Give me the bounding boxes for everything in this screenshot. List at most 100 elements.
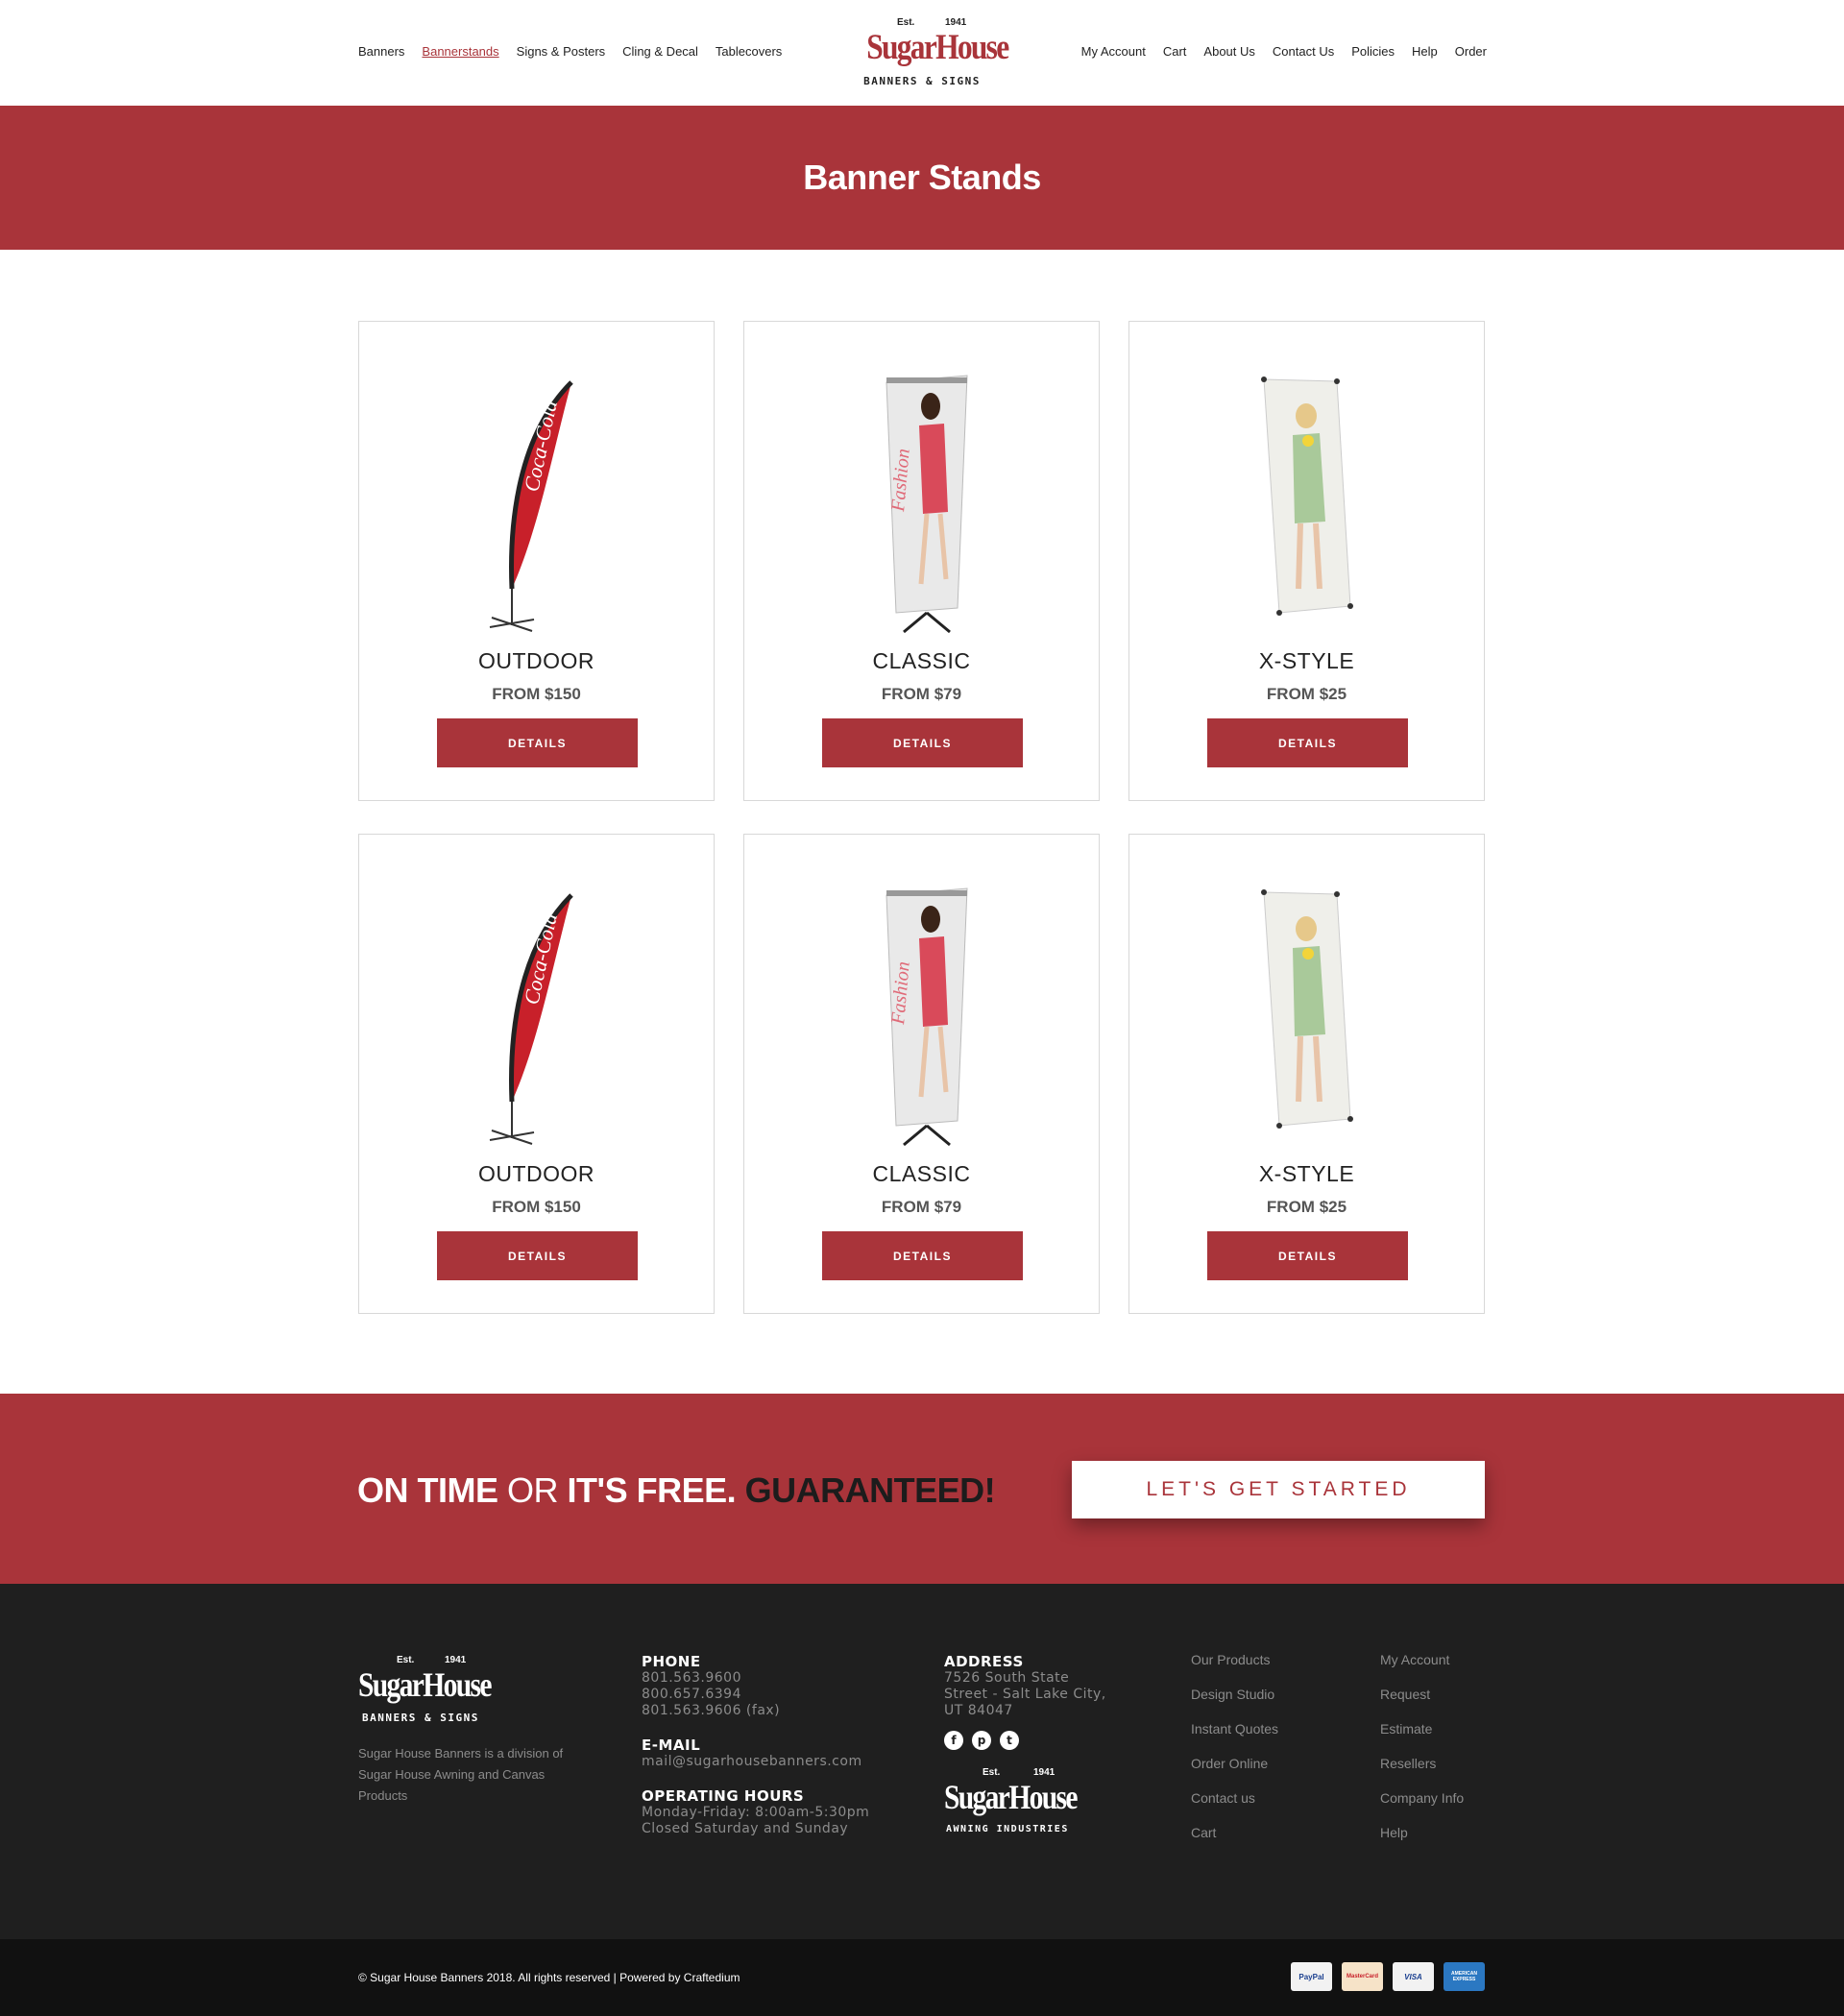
product-price: FROM $150 bbox=[492, 685, 581, 703]
product-card: Fashion CLASSIC FROM $79 DETAILS bbox=[743, 834, 1100, 1314]
page-title: Banner Stands bbox=[803, 158, 1041, 197]
slogan-guaranteed: GUARANTEED! bbox=[744, 1470, 996, 1510]
details-button[interactable]: DETAILS bbox=[437, 1231, 638, 1280]
awning-industries-logo[interactable]: Est. 1941 SugarHouse AWNING INDUSTRIES bbox=[944, 1765, 1079, 1842]
logo-tagline: BANNERS & SIGNS bbox=[863, 75, 981, 87]
details-button[interactable]: DETAILS bbox=[1207, 718, 1408, 767]
details-button[interactable]: DETAILS bbox=[437, 718, 638, 767]
footer-about-text: Sugar House Banners is a division of Sug… bbox=[358, 1746, 564, 1803]
footer-bottom-bar: © Sugar House Banners 2018. All rights r… bbox=[0, 1939, 1844, 2016]
mastercard-icon: MasterCard bbox=[1342, 1962, 1383, 1991]
site-logo[interactable]: Est. 1941 SugarHouse BANNERS & SIGNS bbox=[857, 13, 1009, 92]
address-line: Street - Salt Lake City, bbox=[944, 1687, 1106, 1702]
product-price: FROM $79 bbox=[881, 685, 962, 703]
product-title: OUTDOOR bbox=[477, 1161, 595, 1186]
footer-link-my-account[interactable]: My Account bbox=[1380, 1651, 1464, 1668]
account-nav: My Account Cart About Us Contact Us Poli… bbox=[1081, 44, 1487, 59]
get-started-button[interactable]: LET'S GET STARTED bbox=[1072, 1461, 1485, 1518]
details-button[interactable]: DETAILS bbox=[1207, 1231, 1408, 1280]
x-banner-image[interactable] bbox=[1177, 349, 1438, 637]
footer-link-cart[interactable]: Cart bbox=[1191, 1824, 1278, 1841]
nav-order[interactable]: Order bbox=[1455, 44, 1487, 59]
footer-links-column-2: My Account Request Estimate Resellers Co… bbox=[1380, 1651, 1464, 1841]
hours-line: Closed Saturday and Sunday bbox=[642, 1821, 849, 1836]
footer-link-company-info[interactable]: Company Info bbox=[1380, 1789, 1464, 1807]
phone-number[interactable]: 801.563.9600 bbox=[642, 1670, 869, 1687]
nav-signs-posters[interactable]: Signs & Posters bbox=[517, 44, 606, 59]
nav-help[interactable]: Help bbox=[1412, 44, 1438, 59]
footer-link-instant-quotes[interactable]: Instant Quotes bbox=[1191, 1720, 1278, 1737]
awning-logo-name: SugarHouse bbox=[944, 1778, 1078, 1816]
footer-logo-tagline: BANNERS & SIGNS bbox=[362, 1712, 479, 1724]
primary-nav: Banners Bannerstands Signs & Posters Cli… bbox=[358, 44, 782, 59]
footer-link-contact-us[interactable]: Contact us bbox=[1191, 1789, 1278, 1807]
nav-bannerstands[interactable]: Bannerstands bbox=[422, 44, 498, 59]
product-price: FROM $25 bbox=[1266, 1198, 1347, 1216]
facebook-icon[interactable]: f bbox=[944, 1731, 963, 1750]
slogan-or: OR bbox=[507, 1470, 559, 1510]
product-title: X-STYLE bbox=[1258, 1161, 1355, 1186]
slogan-on-time: ON TIME bbox=[357, 1470, 498, 1510]
x-banner-image[interactable] bbox=[1177, 862, 1438, 1150]
product-card: Coca-Cola OUTDOOR FROM $150 DETAILS bbox=[358, 834, 715, 1314]
product-card: X-STYLE FROM $25 DETAILS bbox=[1128, 834, 1485, 1314]
rollup-banner-image[interactable]: Fashion bbox=[792, 862, 1053, 1150]
hours-line: Monday-Friday: 8:00am-5:30pm bbox=[642, 1805, 870, 1820]
nav-my-account[interactable]: My Account bbox=[1081, 44, 1146, 59]
nav-tablecovers[interactable]: Tablecovers bbox=[716, 44, 782, 59]
guarantee-band: ON TIME OR IT'S FREE. GUARANTEED! LET'S … bbox=[0, 1394, 1844, 1584]
pinterest-icon[interactable]: p bbox=[972, 1731, 991, 1750]
phone-number[interactable]: 800.657.6394 bbox=[642, 1687, 869, 1703]
footer-logo-name: SugarHouse bbox=[358, 1665, 492, 1704]
paypal-icon: PayPal bbox=[1291, 1962, 1332, 1991]
product-price: FROM $79 bbox=[881, 1198, 962, 1216]
footer-address-column: ADDRESS 7526 South State Street - Salt L… bbox=[944, 1653, 1106, 1842]
details-button[interactable]: DETAILS bbox=[822, 718, 1023, 767]
product-title: CLASSIC bbox=[872, 1161, 971, 1186]
email-heading: E-MAIL bbox=[642, 1737, 701, 1754]
footer-link-estimate[interactable]: Estimate bbox=[1380, 1720, 1464, 1737]
address-line: UT 84047 bbox=[944, 1703, 1013, 1718]
nav-contact-us[interactable]: Contact Us bbox=[1273, 44, 1334, 59]
awning-logo-tagline: AWNING INDUSTRIES bbox=[946, 1824, 1069, 1834]
footer-link-order-online[interactable]: Order Online bbox=[1191, 1755, 1278, 1772]
site-footer: Est. 1941 SugarHouse BANNERS & SIGNS Sug… bbox=[0, 1584, 1844, 1939]
nav-about-us[interactable]: About Us bbox=[1203, 44, 1254, 59]
product-card: X-STYLE FROM $25 DETAILS bbox=[1128, 321, 1485, 801]
visa-icon: VISA bbox=[1393, 1962, 1434, 1991]
nav-cart[interactable]: Cart bbox=[1163, 44, 1187, 59]
twitter-icon[interactable]: t bbox=[1000, 1731, 1019, 1750]
product-price: FROM $150 bbox=[492, 1198, 581, 1216]
footer-links-column-1: Our Products Design Studio Instant Quote… bbox=[1191, 1651, 1278, 1841]
footer-logo[interactable]: Est. 1941 SugarHouse BANNERS & SIGNS bbox=[358, 1653, 492, 1730]
feather-flag-image[interactable]: Coca-Cola bbox=[407, 862, 667, 1150]
nav-policies[interactable]: Policies bbox=[1351, 44, 1395, 59]
nav-cling-decal[interactable]: Cling & Decal bbox=[622, 44, 698, 59]
payment-methods: PayPal MasterCard VISA AMERICAN EXPRESS bbox=[1291, 1962, 1485, 1991]
hours-heading: OPERATING HOURS bbox=[642, 1787, 805, 1805]
footer-contact-column: PHONE 801.563.9600 800.657.6394 801.563.… bbox=[642, 1653, 869, 1837]
footer-link-resellers[interactable]: Resellers bbox=[1380, 1755, 1464, 1772]
address-line: 7526 South State bbox=[944, 1670, 1070, 1686]
guarantee-slogan: ON TIME OR IT'S FREE. GUARANTEED! bbox=[357, 1470, 996, 1511]
site-header: Banners Bannerstands Signs & Posters Cli… bbox=[0, 0, 1844, 106]
product-title: OUTDOOR bbox=[477, 648, 595, 673]
product-price: FROM $25 bbox=[1266, 685, 1347, 703]
phone-heading: PHONE bbox=[642, 1653, 701, 1670]
footer-link-help[interactable]: Help bbox=[1380, 1824, 1464, 1841]
product-card: Coca-Cola OUTDOOR FROM $150 DETAILS bbox=[358, 321, 715, 801]
logo-name: SugarHouse bbox=[866, 28, 1009, 67]
rollup-banner-image[interactable]: Fashion bbox=[792, 349, 1053, 637]
footer-link-design-studio[interactable]: Design Studio bbox=[1191, 1686, 1278, 1703]
american-express-icon: AMERICAN EXPRESS bbox=[1444, 1962, 1485, 1991]
social-links: f p t bbox=[944, 1731, 1106, 1750]
details-button[interactable]: DETAILS bbox=[822, 1231, 1023, 1280]
address-heading: ADDRESS bbox=[944, 1653, 1024, 1670]
nav-banners[interactable]: Banners bbox=[358, 44, 404, 59]
footer-link-our-products[interactable]: Our Products bbox=[1191, 1651, 1278, 1668]
feather-flag-image[interactable]: Coca-Cola bbox=[407, 349, 667, 637]
footer-link-request[interactable]: Request bbox=[1380, 1686, 1464, 1703]
product-card: Fashion CLASSIC FROM $79 DETAILS bbox=[743, 321, 1100, 801]
email-link[interactable]: mail@sugarhousebanners.com bbox=[642, 1754, 869, 1770]
copyright-text: © Sugar House Banners 2018. All rights r… bbox=[358, 1971, 740, 1984]
